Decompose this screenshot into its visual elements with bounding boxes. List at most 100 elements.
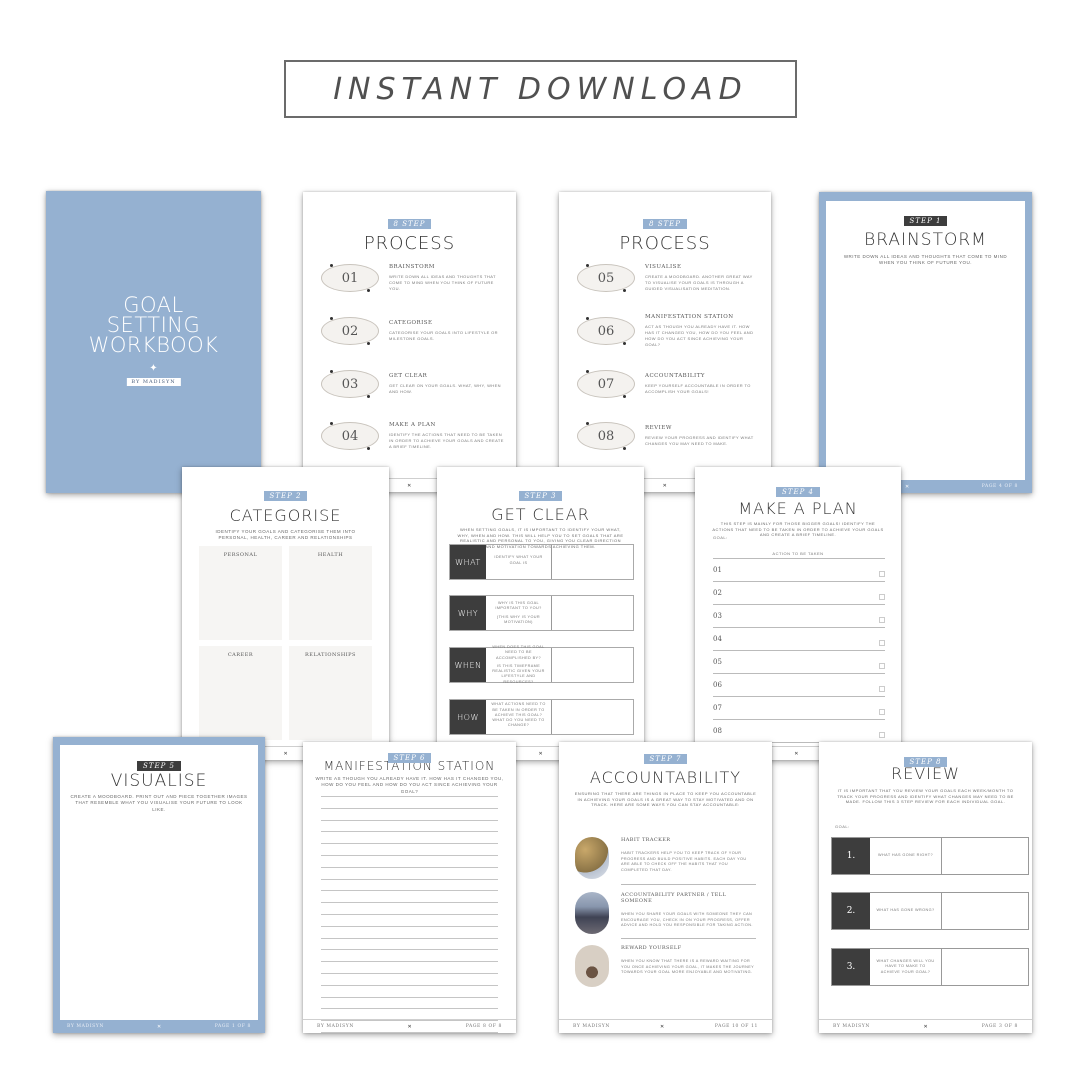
author: BY MADISYN (573, 1024, 610, 1029)
step-number: 07 (577, 370, 635, 398)
row-number: 03 (713, 612, 722, 620)
cross-icon: ✕ (923, 1023, 929, 1030)
page-title: GET CLEAR (491, 505, 590, 524)
row-number: 05 (713, 658, 722, 666)
row-number: 08 (713, 727, 722, 735)
row-number: 01 (713, 566, 722, 574)
cross-icon: ✕ (156, 1023, 162, 1030)
answer-field[interactable] (552, 700, 633, 734)
step-badge: 8 STEP (387, 219, 432, 229)
writing-line (321, 890, 498, 892)
answer-field[interactable] (552, 545, 633, 579)
plan-row: 06 (713, 674, 885, 697)
cross-icon: ✕ (538, 750, 544, 757)
checkbox[interactable] (879, 640, 885, 646)
cover-title: GOAL SETTING WORKBOOK (46, 295, 261, 356)
step-number: 05 (577, 264, 635, 292)
step-badge: STEP 3 (518, 491, 563, 501)
plan-row: 08 (713, 720, 885, 743)
checkbox[interactable] (879, 571, 885, 577)
goal-label: GOAL: (713, 535, 728, 540)
step-name: GET CLEAR (389, 373, 428, 380)
page-number: PAGE 8 OF 8 (465, 1024, 502, 1029)
page-description: It is important that you review your goa… (837, 788, 1014, 805)
author: BY MADISYN (833, 1024, 870, 1029)
accountability-item: HABIT TRACKER Habit trackers help you to … (575, 837, 756, 883)
step-number: 04 (321, 422, 379, 450)
accountability-item: ACCOUNTABILITY PARTNER / TELL SOMEONE Whe… (575, 892, 756, 938)
process-step: 07 ACCOUNTABILITY Keep yourself accountab… (577, 366, 759, 402)
page-number: PAGE 1 OF 8 (214, 1024, 251, 1029)
writing-line (321, 878, 498, 880)
page-title: PROCESS (363, 233, 456, 254)
step-name: REVIEW (645, 425, 672, 432)
page-description: Create a moodboard. Print out and piece … (70, 794, 248, 812)
process-step: 03 GET CLEAR Get clear on your goals. Wha… (321, 366, 504, 402)
step-badge: STEP 4 (776, 487, 820, 497)
process-step: 05 VISUALISE Create a moodboard. Another … (577, 260, 759, 296)
writing-line (321, 973, 498, 974)
item-desc: When you share your goals with someone t… (621, 912, 753, 927)
writing-line (321, 807, 498, 809)
row-question: What has gone wrong? (870, 893, 942, 929)
step-number: 02 (321, 317, 379, 345)
page-description: Write down all ideas and thoughts that c… (843, 254, 1008, 266)
plan-row: 07 (713, 697, 885, 720)
process-page-1: 8 STEP PROCESS 01 BRAINSTORM Write down a… (303, 192, 516, 492)
row-question: When does this goal need to be accomplis… (492, 644, 545, 660)
cross-icon: ✕ (794, 750, 800, 757)
checkbox[interactable] (879, 594, 885, 600)
row-question: What changes will you have to make to ac… (870, 949, 942, 985)
step-badge: STEP 5 (137, 761, 181, 771)
accountability-page: STEP 7 ACCOUNTABILITY Ensuring that ther… (559, 742, 772, 1033)
page-title: ACCOUNTABILITY (589, 768, 742, 787)
people-photo (575, 892, 609, 934)
author: BY MADISYN (317, 1024, 354, 1029)
step-number: 01 (321, 264, 379, 292)
checkbox[interactable] (879, 732, 885, 738)
step-name: BRAINSTORM (389, 264, 435, 271)
answer-field[interactable] (552, 596, 633, 630)
review-row: 1. What has gone right? (831, 837, 1029, 875)
get-clear-row: HOW What actions need to be taken in ord… (449, 699, 634, 735)
row-question: Why is this goal important to you? (495, 600, 542, 611)
row-question: Identify what your goal is (494, 555, 543, 565)
writing-line (321, 996, 498, 998)
row-number: 02 (713, 589, 722, 597)
cross-icon: ✕ (659, 1023, 665, 1030)
answer-field[interactable] (942, 893, 1028, 929)
process-step: 04 MAKE A PLAN Identify the actions that … (321, 418, 504, 454)
review-page: STEP 8 REVIEW It is important that you r… (819, 742, 1032, 1033)
answer-field[interactable] (942, 949, 1028, 985)
instant-download-banner: INSTANT DOWNLOAD (284, 60, 797, 118)
page-description: Write as though you already have it. How… (315, 776, 504, 794)
row-number: 07 (713, 704, 722, 712)
page-title: PROCESS (619, 233, 711, 254)
row-label: WHEN (450, 648, 486, 682)
row-number: 04 (713, 635, 722, 643)
item-title: HABIT TRACKER (621, 837, 671, 843)
page-title: VISUALISE (110, 771, 208, 791)
checkbox[interactable] (879, 617, 885, 623)
checkbox[interactable] (879, 663, 885, 669)
page-title: BRAINSTORM (864, 230, 987, 250)
get-clear-page: STEP 3 GET CLEAR When setting goals, it … (437, 467, 644, 760)
column-header: ACTION TO BE TAKEN (772, 551, 824, 556)
writing-line (321, 949, 498, 951)
step-badge: STEP 2 (263, 491, 308, 501)
checkbox[interactable] (879, 709, 885, 715)
make-a-plan-page: STEP 4 MAKE A PLAN This step is mainly f… (695, 467, 901, 760)
answer-field[interactable] (942, 838, 1028, 874)
row-question: What has gone right? (870, 838, 942, 874)
notebook-photo (575, 837, 609, 879)
answer-field[interactable] (552, 648, 633, 682)
step-number: 06 (577, 317, 635, 345)
review-row: 2. What has gone wrong? (831, 892, 1029, 930)
writing-line (321, 925, 498, 927)
step-name: MANIFESTATION STATION (645, 314, 734, 321)
category-box: PERSONAL (199, 546, 282, 640)
page-footer: BY MADISYN ✕ PAGE 1 OF 8 (53, 1020, 265, 1033)
step-badge: STEP 7 (643, 754, 688, 764)
checkbox[interactable] (879, 686, 885, 692)
step-desc: Identify the actions that need to be tak… (389, 432, 504, 449)
